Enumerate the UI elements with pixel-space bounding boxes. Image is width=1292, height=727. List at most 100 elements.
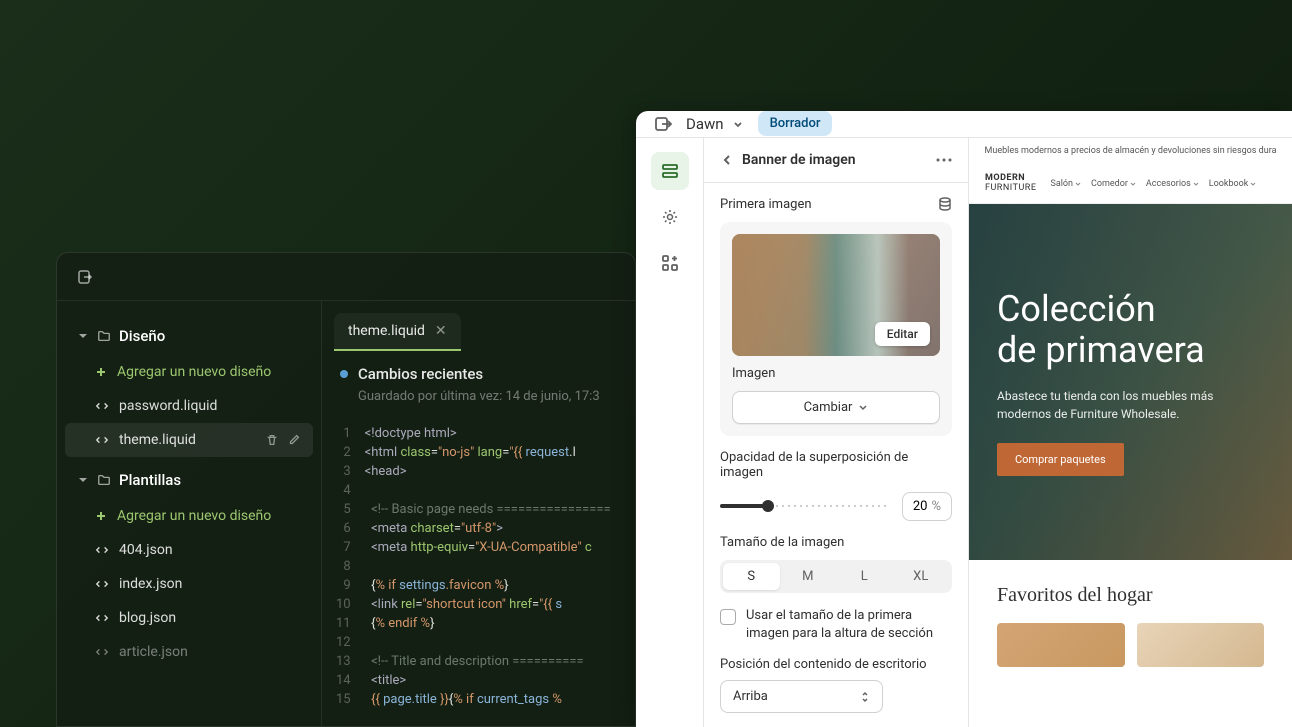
opacity-value: 20 <box>913 499 928 514</box>
announcement-bar: Muebles modernos a precios de almacén y … <box>969 138 1292 164</box>
add-template-item[interactable]: Agregar un nuevo diseño <box>65 499 313 533</box>
customizer-rail <box>636 138 704 727</box>
folder-icon <box>97 473 111 487</box>
edit-icon[interactable] <box>287 433 301 447</box>
chevron-down-icon <box>858 402 868 412</box>
file-theme[interactable]: theme.liquid <box>65 423 313 457</box>
position-value: Arriba <box>733 689 768 704</box>
size-button-group: S M L XL <box>720 560 952 593</box>
exit-icon[interactable] <box>654 115 672 133</box>
chevron-down-icon <box>77 474 89 486</box>
tree-section-design[interactable]: Diseño <box>65 317 313 355</box>
trash-icon[interactable] <box>265 433 279 447</box>
code-file-icon <box>95 611 109 625</box>
image-preview[interactable]: Editar <box>732 234 940 356</box>
favorites-title: Favoritos del hogar <box>997 584 1264 607</box>
database-icon[interactable] <box>938 197 952 211</box>
opacity-input[interactable]: 20 % <box>902 492 952 521</box>
size-l[interactable]: L <box>836 563 893 590</box>
use-image-height-row: Usar el tamaño de la primera imagen para… <box>704 607 968 657</box>
file-label: password.liquid <box>119 398 217 414</box>
editor-header <box>57 253 635 301</box>
file-password[interactable]: password.liquid <box>65 389 313 423</box>
product-card[interactable] <box>1137 623 1265 667</box>
size-label: Tamaño de la imagen <box>720 535 952 550</box>
section-label: Diseño <box>119 327 165 345</box>
hero-title: Colección de primavera <box>997 289 1264 372</box>
hero-subtitle: Abastece tu tienda con los muebles más m… <box>997 387 1257 423</box>
checkbox-label: Usar el tamaño de la primera imagen para… <box>746 607 952 643</box>
draft-badge: Borrador <box>758 111 833 136</box>
plus-icon <box>95 510 107 522</box>
file-label: article.json <box>119 644 188 660</box>
add-label: Agregar un nuevo diseño <box>117 364 271 380</box>
hero-banner: Colección de primavera Abastece tu tiend… <box>969 204 1292 560</box>
store-logo[interactable]: MODERN FURNITURE <box>985 174 1036 194</box>
change-label: Cambiar <box>804 400 853 415</box>
recent-saved-text: Guardado por última vez: 14 de junio, 17… <box>358 389 617 404</box>
chevron-down-icon <box>732 118 744 130</box>
section-title: Banner de imagen <box>742 152 928 168</box>
favorites-section: Favoritos del hogar <box>969 560 1292 691</box>
image-card: Editar Imagen Cambiar <box>720 222 952 436</box>
tab-label: theme.liquid <box>348 323 425 339</box>
file-label: blog.json <box>119 610 176 626</box>
add-design-item[interactable]: Agregar un nuevo diseño <box>65 355 313 389</box>
theme-customizer-panel: Dawn Borrador Banner de imagen <box>636 111 1292 727</box>
file-article[interactable]: article.json <box>65 635 313 669</box>
position-label: Posición del contenido de escritorio <box>720 657 952 672</box>
change-button[interactable]: Cambiar <box>732 391 940 424</box>
product-card[interactable] <box>997 623 1125 667</box>
file-blog[interactable]: blog.json <box>65 601 313 635</box>
opacity-slider[interactable] <box>720 504 890 508</box>
edit-button[interactable]: Editar <box>875 322 930 346</box>
code-file-icon <box>95 543 109 557</box>
close-icon[interactable]: ✕ <box>435 323 447 339</box>
nav-comedor[interactable]: Comedor <box>1091 179 1136 189</box>
tree-section-templates[interactable]: Plantillas <box>65 461 313 499</box>
code-file-icon <box>95 645 109 659</box>
tab-theme[interactable]: theme.liquid ✕ <box>334 313 461 351</box>
file-index[interactable]: index.json <box>65 567 313 601</box>
more-icon[interactable] <box>936 158 952 162</box>
size-xl[interactable]: XL <box>893 563 950 590</box>
tab-bar: theme.liquid ✕ <box>322 301 635 351</box>
file-label: 404.json <box>119 542 173 558</box>
plus-icon <box>95 366 107 378</box>
position-select[interactable]: Arriba <box>720 680 883 713</box>
rail-apps-icon[interactable] <box>651 244 689 282</box>
sidebar-header: Banner de imagen <box>704 138 968 183</box>
use-image-height-checkbox[interactable] <box>720 609 736 625</box>
add-label: Agregar un nuevo diseño <box>117 508 271 524</box>
folder-icon <box>97 329 111 343</box>
code-editor-panel: Diseño Agregar un nuevo diseño password.… <box>56 252 636 727</box>
store-preview: Muebles modernos a precios de almacén y … <box>969 138 1292 727</box>
customizer-sidebar: Banner de imagen Primera imagen Editar I… <box>704 138 969 727</box>
nav-salon[interactable]: Salón <box>1050 179 1081 189</box>
file-404[interactable]: 404.json <box>65 533 313 567</box>
size-s[interactable]: S <box>723 563 780 590</box>
rail-sections-icon[interactable] <box>651 152 689 190</box>
code-file-icon <box>95 399 109 413</box>
opacity-section: Opacidad de la superposición de imagen 2… <box>704 450 968 535</box>
nav-accesorios[interactable]: Accesorios <box>1146 179 1199 189</box>
theme-selector[interactable]: Dawn <box>686 115 744 133</box>
nav-lookbook[interactable]: Lookbook <box>1209 179 1257 189</box>
theme-name: Dawn <box>686 115 724 133</box>
exit-icon[interactable] <box>77 269 93 285</box>
image-type-label: Imagen <box>732 366 940 381</box>
rail-settings-icon[interactable] <box>651 198 689 236</box>
code-file-icon <box>95 433 109 447</box>
position-section: Posición del contenido de escritorio Arr… <box>704 657 968 727</box>
recent-changes: Cambios recientes Guardado por última ve… <box>322 351 635 418</box>
chevron-left-icon[interactable] <box>720 153 734 167</box>
code-content[interactable]: 123456789101112131415 <!doctype html> <h… <box>322 418 635 726</box>
size-m[interactable]: M <box>780 563 837 590</box>
select-icon <box>860 690 870 704</box>
recent-title: Cambios recientes <box>358 365 483 383</box>
code-lines: <!doctype html> <html class="no-js" lang… <box>365 424 635 726</box>
code-file-icon <box>95 577 109 591</box>
chevron-down-icon <box>77 330 89 342</box>
customizer-header: Dawn Borrador <box>636 111 1292 138</box>
hero-cta-button[interactable]: Comprar paquetes <box>997 443 1124 476</box>
